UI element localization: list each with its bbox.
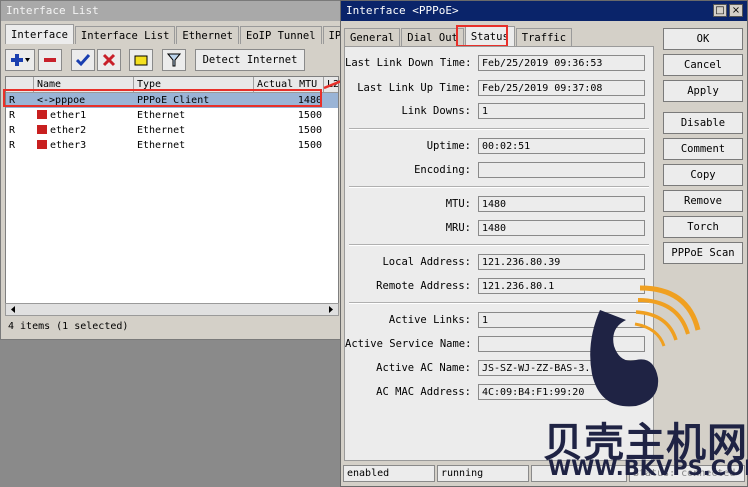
cancel-button[interactable]: Cancel (663, 54, 743, 76)
divider (349, 244, 649, 246)
divider (349, 128, 649, 130)
watermark-url: WWW.BKVPS.COM (548, 456, 748, 480)
table-row[interactable]: R ether2 Ethernet 1500 (6, 123, 338, 138)
disable-button-pppoe[interactable]: Disable (663, 112, 743, 134)
restore-icon[interactable]: □ (713, 4, 727, 17)
interface-list-window: Interface List Interface Interface List … (0, 0, 367, 340)
row-name-text: ether3 (50, 140, 87, 151)
row-name: ether2 (34, 123, 134, 138)
copy-button[interactable]: Copy (663, 164, 743, 186)
row-name-text: ether1 (50, 110, 87, 121)
encoding-label: Encoding: (414, 164, 471, 176)
row-type: Ethernet (137, 125, 186, 136)
ethernet-port-icon (37, 110, 47, 119)
filter-icon (167, 53, 181, 67)
torch-button[interactable]: Torch (663, 216, 743, 238)
tab-general[interactable]: General (344, 28, 401, 46)
mtu-label: MTU: (445, 198, 471, 210)
ok-button[interactable]: OK (663, 28, 743, 50)
local-address-field: 121.236.80.39 (478, 254, 645, 270)
ethernet-port-icon (37, 140, 47, 149)
tab-ethernet[interactable]: Ethernet (176, 26, 239, 44)
mtu-field: 1480 (478, 196, 645, 212)
detect-internet-button[interactable]: Detect Internet (195, 49, 305, 71)
interface-grid: Name Type Actual MTU L2 R <->pppoe PPPoE… (5, 76, 339, 316)
active-links-label: Active Links: (388, 314, 471, 326)
bkvps-logo-icon (590, 285, 701, 407)
filter-button[interactable] (162, 49, 186, 71)
last-link-down-field: Feb/25/2019 09:36:53 (478, 55, 645, 71)
remote-address-label: Remote Address: (376, 280, 471, 292)
tab-interface-list[interactable]: Interface List (74, 26, 176, 44)
mru-field: 1480 (478, 220, 645, 236)
uptime-label: Uptime: (426, 140, 471, 152)
tab-eoip-tunnel[interactable]: EoIP Tunnel (240, 26, 322, 44)
last-link-up-field: Feb/25/2019 09:37:08 (478, 80, 645, 96)
last-link-down-label: Last Link Down Time: (345, 57, 472, 69)
active-ac-name-label: Active AC Name: (376, 362, 471, 374)
note-icon (134, 55, 148, 66)
link-downs-label: Link Downs: (401, 105, 471, 117)
disable-button[interactable] (97, 49, 121, 71)
row-flag: R (9, 140, 16, 151)
status-running: running (437, 465, 529, 482)
close-icon[interactable]: × (729, 4, 743, 17)
row-flag: R (9, 125, 16, 136)
pppoe-window-title: Interface <PPPoE> (341, 1, 747, 21)
add-button[interactable] (5, 49, 35, 71)
check-icon (76, 54, 90, 67)
tab-traffic[interactable]: Traffic (515, 28, 573, 46)
encoding-field (478, 162, 645, 178)
apply-button[interactable]: Apply (663, 80, 743, 102)
horizontal-scrollbar[interactable] (5, 303, 339, 316)
comment-button[interactable] (129, 49, 153, 71)
comment-button-pppoe[interactable]: Comment (663, 138, 743, 160)
row-name: ether1 (34, 108, 134, 123)
minus-icon (44, 58, 56, 62)
row-flag: R (9, 110, 16, 121)
last-link-up-label: Last Link Up Time: (357, 82, 471, 94)
enable-button[interactable] (71, 49, 95, 71)
mru-label: MRU: (445, 222, 471, 234)
link-downs-field: 1 (478, 103, 645, 119)
highlight-status-tab (456, 25, 508, 47)
pppoe-scan-button[interactable]: PPPoE Scan (663, 242, 743, 264)
highlight-pppoe-row (3, 89, 322, 107)
tab-interface[interactable]: Interface (5, 24, 74, 44)
divider (349, 186, 649, 188)
status-enabled: enabled (343, 465, 435, 482)
row-mtu: 1500 (297, 125, 322, 136)
row-mtu: 1500 (297, 140, 322, 151)
interface-toolbar: Detect Internet (5, 49, 339, 73)
interface-list-title: Interface List (1, 1, 341, 21)
row-type: Ethernet (137, 110, 186, 121)
remove-button[interactable] (38, 49, 62, 71)
row-name-text: ether2 (50, 125, 87, 136)
table-row[interactable]: R ether3 Ethernet 1500 (6, 138, 338, 153)
active-service-name-label: Active Service Name: (345, 338, 472, 350)
row-name: ether3 (34, 138, 134, 153)
uptime-field: 00:02:51 (478, 138, 645, 154)
ac-mac-address-label: AC MAC Address: (376, 386, 471, 398)
remove-button-pppoe[interactable]: Remove (663, 190, 743, 212)
local-address-label: Local Address: (382, 256, 471, 268)
interface-status-text: 4 items (1 selected) (8, 321, 129, 332)
tab-dial-out[interactable]: Dial Out (401, 28, 464, 46)
x-icon (102, 53, 116, 67)
row-mtu: 1500 (297, 110, 322, 121)
ethernet-port-icon (37, 125, 47, 134)
plus-icon (11, 54, 30, 66)
table-row[interactable]: R ether1 Ethernet 1500 (6, 108, 338, 123)
scroll-right-icon (329, 306, 333, 313)
scroll-left-icon (11, 306, 15, 313)
row-type: Ethernet (137, 140, 186, 151)
